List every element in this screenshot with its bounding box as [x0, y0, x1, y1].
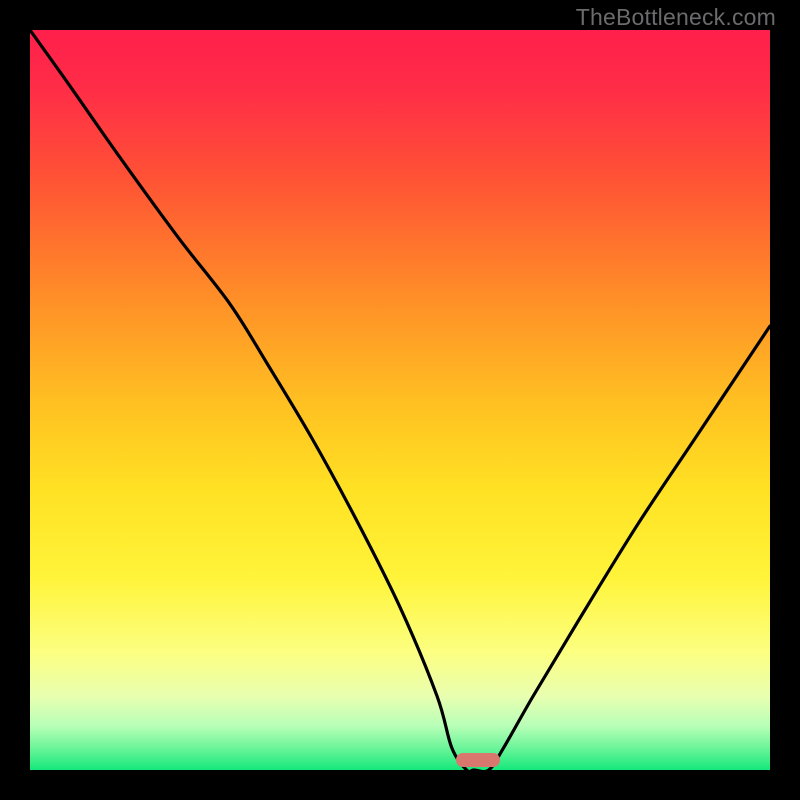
chart-frame: TheBottleneck.com [0, 0, 800, 800]
bottleneck-curve [30, 30, 770, 770]
optimal-marker [456, 753, 500, 767]
plot-area [30, 30, 770, 770]
watermark-text: TheBottleneck.com [576, 4, 776, 31]
